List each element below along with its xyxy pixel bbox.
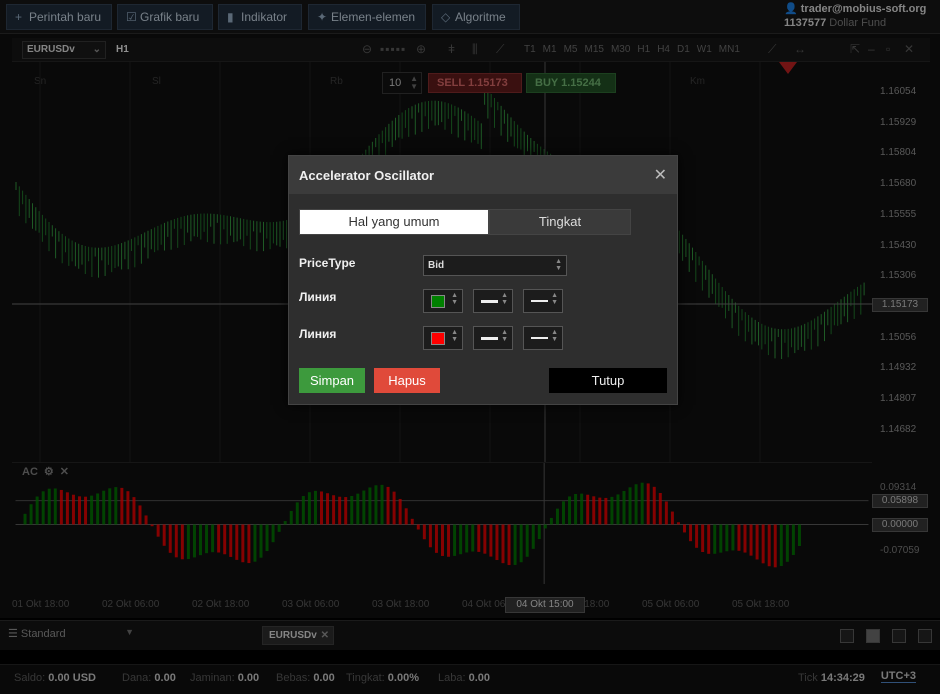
line-style-icon	[531, 300, 548, 302]
tab-levels[interactable]: Tingkat	[489, 209, 631, 235]
color-swatch	[431, 295, 445, 308]
line1-width-select[interactable]: ▲ ▼	[473, 289, 513, 313]
line1-label: Линия	[299, 290, 337, 304]
color-swatch	[431, 332, 445, 345]
spinner-icon: ▲ ▼	[551, 292, 558, 306]
spinner-icon: ▲ ▼	[451, 292, 458, 306]
dialog-header: Accelerator Oscillator ✕	[289, 156, 677, 194]
line2-label: Линия	[299, 327, 337, 341]
spinner-icon: ▲ ▼	[501, 292, 508, 306]
spinner-icon: ▲ ▼	[551, 329, 558, 343]
indicator-settings-dialog: Accelerator Oscillator ✕ Hal yang umum T…	[288, 155, 678, 405]
delete-button[interactable]: Hapus	[374, 368, 440, 393]
tab-general[interactable]: Hal yang umum	[299, 209, 489, 235]
line1-style-select[interactable]: ▲ ▼	[523, 289, 563, 313]
line1-color-picker[interactable]: ▲ ▼	[423, 289, 463, 313]
line2-style-select[interactable]: ▲ ▼	[523, 326, 563, 350]
line-style-icon	[531, 337, 548, 339]
spinner-icon: ▲ ▼	[451, 329, 458, 343]
price-type-select[interactable]: Bid ▲ ▼	[423, 255, 567, 276]
line2-width-select[interactable]: ▲ ▼	[473, 326, 513, 350]
line2-color-picker[interactable]: ▲ ▼	[423, 326, 463, 350]
line-width-icon	[481, 337, 498, 340]
save-button[interactable]: Simpan	[299, 368, 365, 393]
dialog-title: Accelerator Oscillator	[299, 168, 435, 183]
close-button[interactable]: Tutup	[549, 368, 667, 393]
close-icon[interactable]: ✕	[654, 165, 667, 185]
dialog-tabs: Hal yang umum Tingkat	[299, 209, 631, 235]
spinner-icon: ▲ ▼	[555, 258, 562, 272]
price-type-label: PriceType	[299, 256, 356, 270]
line-width-icon	[481, 300, 498, 303]
spinner-icon: ▲ ▼	[501, 329, 508, 343]
